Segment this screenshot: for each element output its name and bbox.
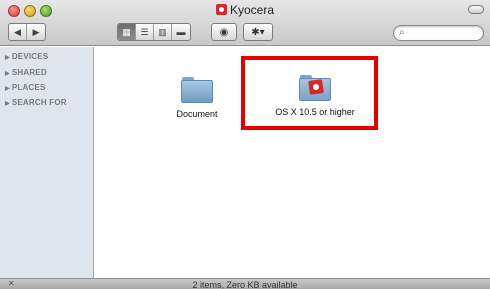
- icon-view-icon: ▦: [122, 26, 131, 37]
- disclosure-triangle-icon[interactable]: ▶: [5, 101, 10, 107]
- back-forward-control: ◀ ▶: [8, 23, 46, 41]
- back-arrow-icon: ◀: [14, 26, 21, 37]
- list-view-icon: ☰: [140, 26, 149, 37]
- disclosure-triangle-icon[interactable]: ▶: [5, 86, 10, 92]
- sidebar-item-label: SEARCH FOR: [11, 98, 67, 107]
- kyocera-logo-icon: [215, 4, 227, 15]
- search-icon: ⌕: [399, 27, 405, 38]
- sidebar: ▶ DEVICES ▶ SHARED ▶ PLACES ▶ SEARCH FOR: [0, 47, 94, 278]
- forward-arrow-icon: ▶: [32, 26, 40, 37]
- folder-icon: [181, 77, 213, 103]
- search-field[interactable]: ⌕: [393, 25, 484, 41]
- finder-window: Kyocera ◀ ▶ ▦ ☰ ▥ ▬ ◉ ✱▾ ⌕ ▶ DEVICES ▶ SHA…: [0, 0, 490, 289]
- list-view-button[interactable]: ☰: [136, 24, 154, 40]
- toolbar-toggle-button[interactable]: [468, 5, 484, 14]
- disclosure-triangle-icon[interactable]: ▶: [5, 55, 10, 61]
- view-mode-control: ▦ ☰ ▥ ▬: [117, 23, 191, 41]
- status-bar: ✕ 2 items, Zero KB available: [0, 278, 490, 289]
- status-text: 2 items, Zero KB available: [192, 280, 298, 289]
- sidebar-item-devices[interactable]: ▶ DEVICES: [5, 52, 48, 61]
- eye-icon: ◉: [219, 26, 229, 38]
- coverflow-view-button[interactable]: ▬: [172, 24, 190, 40]
- back-button[interactable]: ◀: [9, 24, 27, 40]
- title-bar: Kyocera ◀ ▶ ▦ ☰ ▥ ▬ ◉ ✱▾ ⌕: [0, 0, 490, 46]
- document-folder-item[interactable]: Document: [167, 77, 227, 119]
- column-view-button[interactable]: ▥: [154, 24, 172, 40]
- quick-look-button[interactable]: ◉: [211, 23, 237, 41]
- highlight-box: [241, 56, 378, 130]
- disclosure-triangle-icon[interactable]: ▶: [5, 71, 10, 77]
- coverflow-view-icon: ▬: [176, 27, 186, 37]
- action-menu-button[interactable]: ✱▾: [243, 23, 273, 41]
- forward-button[interactable]: ▶: [27, 24, 45, 40]
- sidebar-item-label: SHARED: [11, 68, 47, 77]
- sidebar-item-places[interactable]: ▶ PLACES: [5, 83, 45, 92]
- sidebar-item-label: PLACES: [11, 83, 46, 92]
- sidebar-item-label: DEVICES: [11, 52, 49, 61]
- sidebar-item-shared[interactable]: ▶ SHARED: [5, 68, 47, 77]
- column-view-icon: ▥: [158, 26, 167, 37]
- icon-view-button[interactable]: ▦: [118, 24, 136, 40]
- sidebar-item-search-for[interactable]: ▶ SEARCH FOR: [5, 98, 67, 107]
- file-label: Document: [176, 109, 218, 119]
- window-title: Kyocera: [0, 3, 490, 17]
- window-title-text: Kyocera: [229, 3, 275, 17]
- gear-icon: ✱▾: [251, 26, 265, 38]
